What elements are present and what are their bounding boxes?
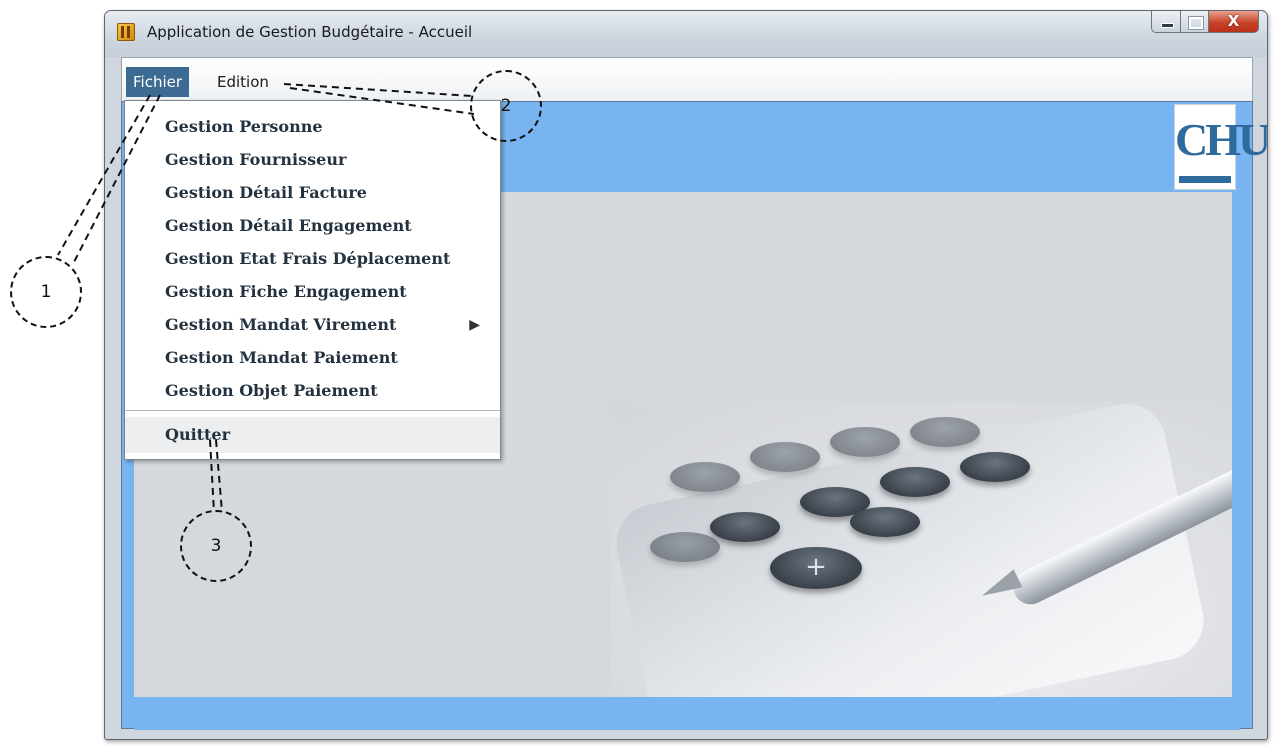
- footer-band: [134, 697, 1240, 730]
- minimize-icon: [1161, 23, 1174, 28]
- calculator-key: [650, 532, 720, 562]
- menu-separator: [125, 410, 500, 411]
- caption-buttons: X: [1151, 11, 1259, 35]
- calculator-plus-key: +: [770, 547, 862, 589]
- callout-2: 2: [470, 70, 542, 142]
- menu-item-gestion-mandat-virement[interactable]: Gestion Mandat Virement ▶: [125, 309, 500, 341]
- menu-item-gestion-etat-frais-deplacement[interactable]: Gestion Etat Frais Déplacement: [125, 243, 500, 275]
- maximize-button[interactable]: [1181, 11, 1209, 33]
- submenu-arrow-icon: ▶: [469, 317, 480, 333]
- calculator-key: [910, 417, 980, 447]
- menu-item-gestion-fournisseur[interactable]: Gestion Fournisseur: [125, 144, 500, 176]
- menu-item-label: Gestion Personne: [165, 117, 323, 136]
- menu-item-label: Gestion Détail Facture: [165, 183, 367, 202]
- calculator-key: [850, 507, 920, 537]
- close-button[interactable]: X: [1209, 11, 1259, 33]
- logo-band: [1179, 176, 1231, 183]
- menu-item-gestion-detail-engagement[interactable]: Gestion Détail Engagement: [125, 210, 500, 242]
- window-title: Application de Gestion Budgétaire - Accu…: [147, 23, 473, 41]
- app-icon: [117, 23, 135, 41]
- menu-item-gestion-mandat-paiement[interactable]: Gestion Mandat Paiement: [125, 342, 500, 374]
- calculator-key: [750, 442, 820, 472]
- menu-item-label: Gestion Détail Engagement: [165, 216, 412, 235]
- menu-item-label: Gestion Fiche Engagement: [165, 282, 407, 301]
- title-bar[interactable]: Application de Gestion Budgétaire - Accu…: [105, 11, 1267, 57]
- menu-item-gestion-personne[interactable]: Gestion Personne: [125, 111, 500, 143]
- fichier-dropdown-menu: Gestion Personne Gestion Fournisseur Ges…: [124, 100, 501, 460]
- menu-item-label: Gestion Etat Frais Déplacement: [165, 249, 451, 268]
- callout-3: 3: [180, 510, 252, 582]
- menu-item-label: Gestion Objet Paiement: [165, 381, 378, 400]
- calculator-key: [830, 427, 900, 457]
- menu-item-label: Gestion Fournisseur: [165, 150, 347, 169]
- close-icon: X: [1227, 12, 1240, 30]
- menu-item-gestion-objet-paiement[interactable]: Gestion Objet Paiement: [125, 375, 500, 407]
- chu-logo: CHU: [1174, 104, 1268, 190]
- calculator-key: [670, 462, 740, 492]
- logo-text: CHU: [1175, 114, 1268, 165]
- menu-item-label: Quitter: [165, 425, 231, 444]
- menu-item-label: Gestion Mandat Virement: [165, 315, 397, 334]
- plus-icon: +: [805, 552, 827, 582]
- menu-item-gestion-detail-facture[interactable]: Gestion Détail Facture: [125, 177, 500, 209]
- callout-1: 1: [10, 256, 82, 328]
- menu-item-label: Gestion Mandat Paiement: [165, 348, 398, 367]
- calculator-pen-image: +: [610, 402, 1232, 697]
- calculator-key: [880, 467, 950, 497]
- menu-edition[interactable]: Edition: [210, 67, 276, 97]
- calculator-key: [710, 512, 780, 542]
- minimize-button[interactable]: [1151, 11, 1181, 33]
- menu-bar: Fichier Edition: [121, 57, 1253, 101]
- calculator-key: [960, 452, 1030, 482]
- menu-fichier[interactable]: Fichier: [126, 67, 190, 97]
- menu-item-quitter[interactable]: Quitter: [125, 417, 500, 453]
- maximize-icon: [1189, 17, 1203, 29]
- menu-item-gestion-fiche-engagement[interactable]: Gestion Fiche Engagement: [125, 276, 500, 308]
